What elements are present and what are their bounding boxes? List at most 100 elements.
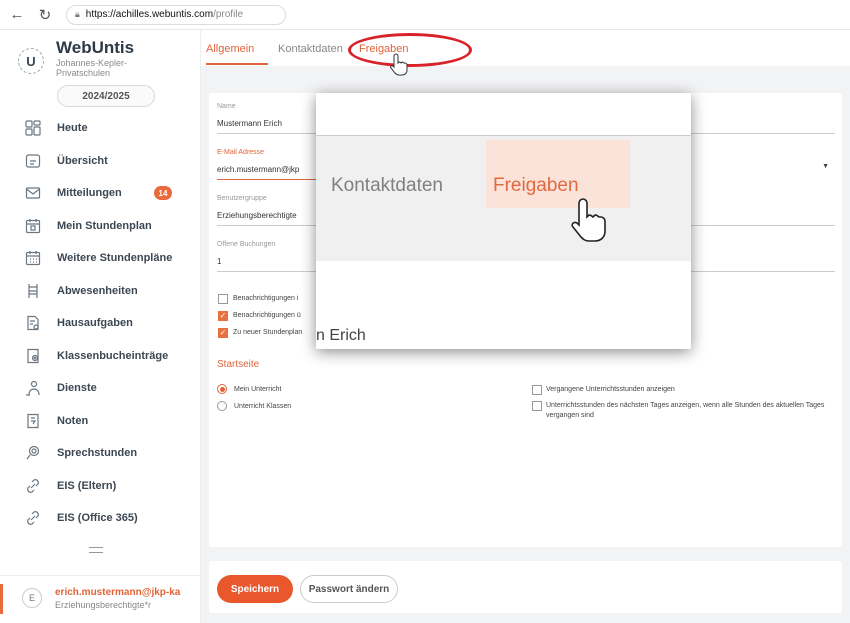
mail-icon bbox=[24, 184, 42, 202]
notification-checkbox-1[interactable]: Benachrichtigungen i bbox=[218, 290, 302, 307]
divider bbox=[217, 179, 317, 180]
notification-checkbox-3[interactable]: ✓ Zu neuer Stundenplan bbox=[218, 324, 302, 341]
radio-label: Unterricht Klassen bbox=[234, 402, 292, 410]
brand[interactable]: U WebUntis Johannes-Kepler- Privatschule… bbox=[18, 38, 134, 78]
duty-icon bbox=[24, 379, 42, 397]
reload-icon[interactable]: ↻ bbox=[34, 4, 56, 26]
checkbox[interactable] bbox=[532, 401, 542, 411]
checkbox-label: Benachrichtigungen i bbox=[233, 295, 299, 302]
checkbox-checked[interactable]: ✓ bbox=[218, 310, 228, 321]
user-role: Erziehungsberechtigte*r bbox=[55, 600, 152, 610]
notification-checkbox-2[interactable]: ✓ Benachrichtigungen ü bbox=[218, 307, 302, 324]
sidebar-item-label: Klassenbucheinträge bbox=[57, 349, 169, 362]
url-path: /profile bbox=[213, 9, 244, 20]
school-name-line2: Privatschulen bbox=[56, 68, 111, 78]
webuntis-logo-icon: U bbox=[18, 48, 44, 74]
divider bbox=[0, 575, 200, 576]
overview-icon bbox=[24, 152, 42, 170]
address-bar[interactable]: 🔒︎ https://achilles.webuntis.com /profil… bbox=[66, 4, 286, 25]
next-day-lessons-checkbox[interactable]: Unterrichtsstunden des nächsten Tages an… bbox=[532, 401, 832, 421]
sidebar-item-label: Hausaufgaben bbox=[57, 317, 133, 330]
sidebar-item-label: Mein Stundenplan bbox=[57, 219, 152, 232]
sidebar-item-dienste[interactable]: Dienste bbox=[0, 372, 200, 405]
checkbox-label: Benachrichtigungen ü bbox=[233, 312, 301, 319]
radio-selected[interactable] bbox=[217, 384, 227, 394]
checkbox-label: Zu neuer Stundenplan bbox=[233, 329, 303, 336]
checkbox-label: Unterrichtsstunden des nächsten Tages an… bbox=[546, 402, 825, 419]
caret-down-icon: ▼ bbox=[822, 163, 829, 170]
zoom-tab-freigaben: Freigaben bbox=[493, 175, 579, 196]
profile-tabs: Allgemein Kontaktdaten Freigaben bbox=[201, 30, 850, 76]
form-actions-bar: Speichern Passwort ändern bbox=[209, 561, 842, 613]
sidebar-nav: Heute Übersicht Mitteilungen 14 Mein Stu… bbox=[0, 112, 200, 535]
user-email: erich.mustermann@jkp-ka bbox=[55, 587, 181, 598]
radio-unselected[interactable] bbox=[217, 401, 227, 411]
checkbox-label: Vergangene Unterrichtsstunden anzeigen bbox=[546, 386, 675, 393]
sidebar-item-mein-stundenplan[interactable]: Mein Stundenplan bbox=[0, 210, 200, 243]
zoom-tab-kontaktdaten: Kontaktdaten bbox=[331, 175, 443, 196]
classbook-icon bbox=[24, 347, 42, 365]
url-host: https://achilles.webuntis.com bbox=[85, 9, 214, 20]
startpage-section-title: Startseite bbox=[217, 359, 260, 370]
sidebar-item-label: Mitteilungen bbox=[57, 187, 122, 200]
consultation-icon bbox=[24, 444, 42, 462]
sidebar: U WebUntis Johannes-Kepler- Privatschule… bbox=[0, 30, 201, 623]
change-password-button[interactable]: Passwort ändern bbox=[300, 575, 398, 603]
homework-icon bbox=[24, 314, 42, 332]
sidebar-item-uebersicht[interactable]: Übersicht bbox=[0, 145, 200, 178]
school-name-line1: Johannes-Kepler- bbox=[56, 58, 128, 68]
sidebar-item-abwesenheiten[interactable]: Abwesenheiten bbox=[0, 275, 200, 308]
collapse-menu-icon[interactable] bbox=[89, 547, 103, 553]
radio-unterricht-klassen[interactable]: Unterricht Klassen bbox=[217, 401, 291, 411]
active-tab-underline bbox=[206, 63, 268, 65]
back-icon[interactable]: ← bbox=[6, 4, 28, 26]
sidebar-item-label: EIS (Eltern) bbox=[57, 479, 117, 492]
sidebar-item-label: EIS (Office 365) bbox=[57, 512, 138, 525]
sidebar-item-klassenbucheintraege[interactable]: Klassenbucheinträge bbox=[0, 340, 200, 373]
hand-cursor-icon bbox=[390, 53, 408, 76]
calendar-icon bbox=[24, 217, 42, 235]
sidebar-item-hausaufgaben[interactable]: Hausaufgaben bbox=[0, 307, 200, 340]
user-profile-entry[interactable]: E erich.mustermann@jkp-ka Erziehungsbere… bbox=[0, 580, 200, 623]
sidebar-item-label: Dienste bbox=[57, 382, 97, 395]
avatar: E bbox=[22, 588, 42, 608]
sidebar-item-eis-office365[interactable]: EIS (Office 365) bbox=[0, 502, 200, 535]
tab-allgemein[interactable]: Allgemein bbox=[206, 43, 254, 55]
sidebar-item-eis-eltern[interactable]: EIS (Eltern) bbox=[0, 470, 200, 503]
past-lessons-checkbox[interactable]: Vergangene Unterrichtsstunden anzeigen bbox=[532, 385, 832, 395]
sidebar-item-sprechstunden[interactable]: Sprechstunden bbox=[0, 437, 200, 470]
lock-icon: 🔒︎ bbox=[75, 9, 80, 19]
sidebar-item-noten[interactable]: Noten bbox=[0, 405, 200, 438]
radio-mein-unterricht[interactable]: Mein Unterricht bbox=[217, 384, 281, 394]
checkbox[interactable] bbox=[532, 385, 542, 395]
radio-label: Mein Unterricht bbox=[234, 385, 282, 393]
link-icon bbox=[24, 509, 42, 527]
sidebar-item-weitere-stundenplaene[interactable]: Weitere Stundenpläne bbox=[0, 242, 200, 275]
browser-toolbar: ← ↻ 🔒︎ https://achilles.webuntis.com /pr… bbox=[0, 0, 850, 30]
checkbox[interactable] bbox=[218, 293, 228, 304]
checkbox-checked[interactable]: ✓ bbox=[218, 327, 228, 338]
sidebar-item-label: Sprechstunden bbox=[57, 447, 138, 460]
sidebar-item-label: Noten bbox=[57, 414, 89, 427]
brand-title: WebUntis bbox=[56, 38, 135, 57]
zoom-name-fragment: n Erich bbox=[316, 327, 366, 344]
sidebar-item-mitteilungen[interactable]: Mitteilungen 14 bbox=[0, 177, 200, 210]
grades-icon bbox=[24, 412, 42, 430]
unread-count-badge: 14 bbox=[154, 186, 172, 201]
calendar-grid-icon bbox=[24, 249, 42, 267]
active-indicator bbox=[0, 584, 3, 614]
sidebar-item-label: Übersicht bbox=[57, 154, 108, 167]
sidebar-item-heute[interactable]: Heute bbox=[0, 112, 200, 145]
notification-checkboxes: Benachrichtigungen i ✓ Benachrichtigunge… bbox=[218, 290, 302, 341]
sidebar-item-label: Weitere Stundenpläne bbox=[57, 252, 173, 265]
chair-icon bbox=[24, 282, 42, 300]
main-content: Allgemein Kontaktdaten Freigaben Name Mu… bbox=[201, 30, 850, 623]
sidebar-item-label: Heute bbox=[57, 122, 88, 135]
tab-kontaktdaten[interactable]: Kontaktdaten bbox=[278, 43, 343, 55]
save-button[interactable]: Speichern bbox=[217, 575, 293, 603]
link-icon bbox=[24, 477, 42, 495]
grid-icon bbox=[24, 119, 42, 137]
zoom-callout-overlay: Kontaktdaten Freigaben n Erich bbox=[316, 93, 691, 349]
hand-cursor-icon bbox=[571, 198, 606, 242]
school-year-selector[interactable]: 2024/2025 bbox=[57, 85, 155, 107]
